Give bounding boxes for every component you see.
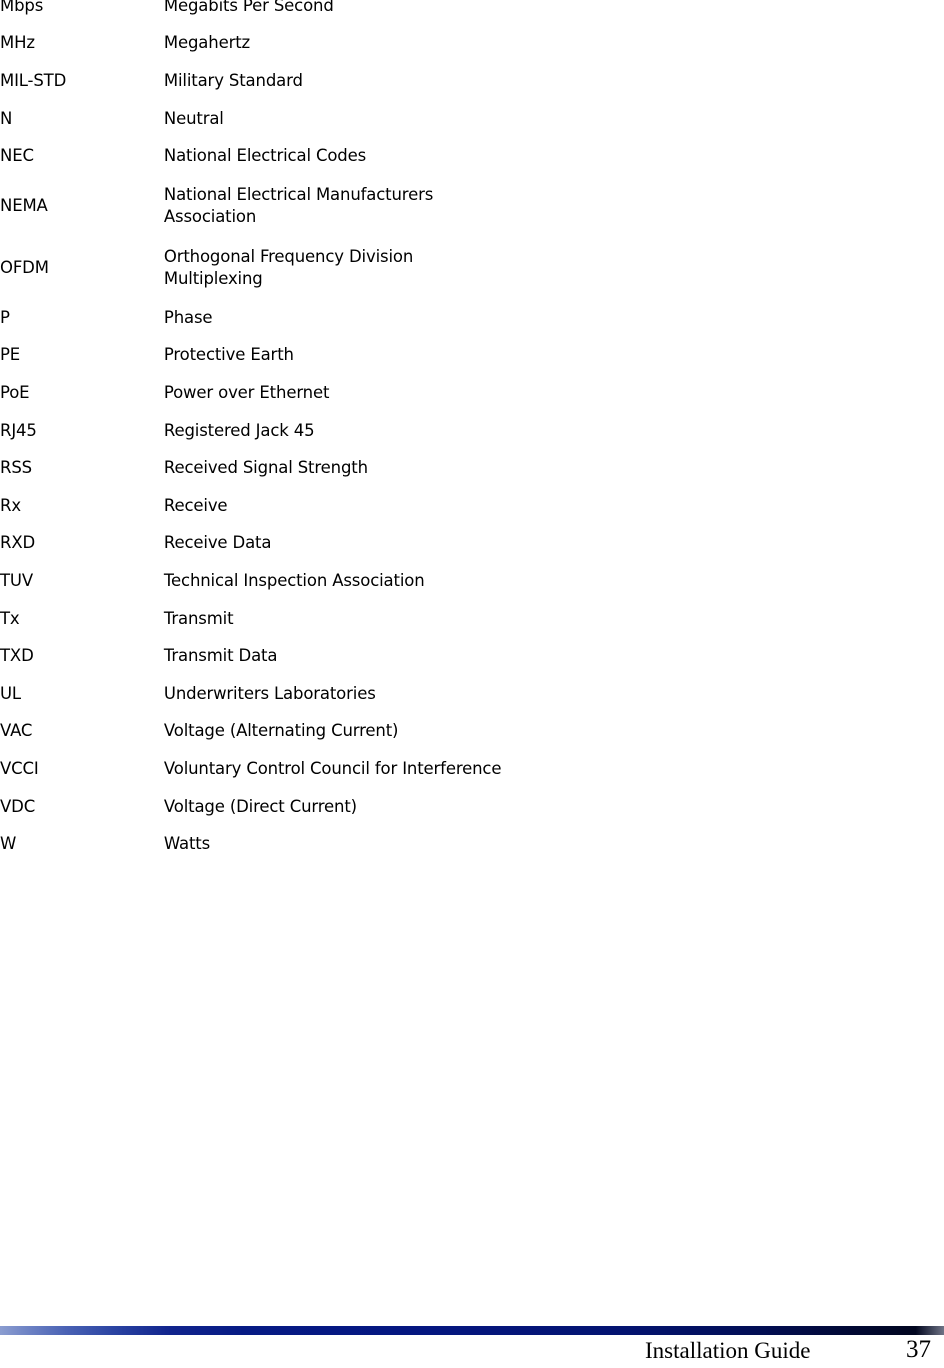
glossary-definition: Received Signal Strength [164, 449, 944, 487]
glossary-definition: Voltage (Alternating Current) [164, 713, 944, 751]
glossary-definition: Watts [164, 825, 944, 863]
glossary-definition-line: National Electrical Manufacturers [163, 185, 434, 205]
glossary-definition: Technical Inspection Association [164, 562, 944, 600]
glossary-abbreviation: P [0, 307, 10, 327]
glossary-definition: Underwriters Laboratories [164, 675, 944, 713]
table-row: RJ45 Registered Jack 45 [0, 412, 944, 450]
glossary-definition-line: Registered Jack 45 [163, 420, 315, 440]
glossary-abbreviation: VDC [0, 796, 36, 816]
table-row: PE Protective Earth [0, 337, 944, 375]
glossary-definition-line: Receive [163, 495, 228, 515]
glossary-definition: National Electrical Manufacturers Associa… [164, 175, 944, 237]
table-row: TUV Technical Inspection Association [0, 562, 944, 600]
glossary-definition: Neutral [164, 100, 944, 138]
glossary-abbreviation: NEMA [0, 196, 48, 215]
glossary-abbreviation: MIL-STD [0, 71, 67, 91]
glossary-abbreviation: OFDM [0, 258, 49, 277]
glossary-definition-line: Underwriters Laboratories [163, 683, 376, 703]
glossary-definition: Transmit [164, 600, 944, 638]
page-footer: Installation Guide 37 [0, 1326, 944, 1368]
footer-page-number: 37 [906, 1336, 931, 1363]
glossary-definition-line: Voluntary Control Council for Interferen… [163, 758, 502, 778]
glossary-definition-line: Protective Earth [163, 345, 294, 365]
footer-text-row: Installation Guide 37 [0, 1335, 944, 1368]
glossary-abbreviation: RXD [0, 533, 36, 553]
glossary-abbreviation: MHz [0, 33, 35, 53]
glossary-abbreviation: Mbps [0, 0, 44, 15]
table-row: MHz Megahertz [0, 25, 944, 63]
glossary-definition: Power over Ethernet [164, 374, 944, 412]
table-row: VDC Voltage (Direct Current) [0, 788, 944, 826]
glossary-definition-line: National Electrical Codes [163, 146, 367, 166]
glossary-abbreviation: N [0, 108, 13, 128]
table-row: VCCI Voluntary Control Council for Interf… [0, 750, 944, 788]
table-row: UL Underwriters Laboratories [0, 675, 944, 713]
glossary-table-body: Mbps Megabits Per Second MHz Megahertz MIL-S… [0, 0, 944, 863]
table-row: Tx Transmit [0, 600, 944, 638]
glossary-abbreviation: UL [0, 683, 21, 703]
table-row: PoE Power over Ethernet [0, 374, 944, 412]
glossary-definition: Military Standard [164, 62, 944, 100]
glossary-abbreviation: RJ45 [0, 420, 37, 440]
table-row: OFDM Orthogonal Frequency Division Multipl… [0, 237, 944, 299]
glossary-definition: Receive [164, 487, 944, 525]
glossary-definition-line: Orthogonal Frequency Division [163, 247, 414, 267]
glossary-table: Mbps Megabits Per Second MHz Megahertz MIL-S… [0, 0, 944, 863]
glossary-abbreviation: TXD [0, 646, 34, 666]
glossary-abbreviation: RSS [0, 458, 32, 478]
glossary-definition-line: Received Signal Strength [163, 458, 368, 478]
glossary-definition-line: Megabits Per Second [163, 0, 334, 15]
glossary-definition-line: Power over Ethernet [163, 382, 330, 402]
glossary-definition: National Electrical Codes [164, 137, 944, 175]
glossary-definition: Registered Jack 45 [164, 412, 944, 450]
table-row: TXD Transmit Data [0, 637, 944, 675]
glossary-definition-line: Transmit Data [163, 646, 278, 666]
table-row: Rx Receive [0, 487, 944, 525]
glossary-definition-line: Neutral [163, 108, 224, 128]
glossary-definition-line: Watts [163, 834, 211, 854]
glossary-abbreviation: Tx [0, 608, 20, 628]
glossary-definition-line: Megahertz [163, 33, 251, 53]
glossary-abbreviation: Rx [0, 495, 21, 515]
glossary-definition-line: Phase [163, 307, 213, 327]
glossary-definition-line: Military Standard [163, 71, 303, 91]
glossary-definition: Megahertz [164, 25, 944, 63]
glossary-definition-line: Association [163, 206, 257, 226]
table-row: VAC Voltage (Alternating Current) [0, 713, 944, 751]
table-row: N Neutral [0, 100, 944, 138]
glossary-definition-line: Multiplexing [163, 268, 263, 288]
table-row: W Watts [0, 825, 944, 863]
glossary-abbreviation: VCCI [0, 758, 39, 778]
glossary-definition: Protective Earth [164, 337, 944, 375]
glossary-definition: Megabits Per Second [164, 0, 944, 25]
table-row: Mbps Megabits Per Second [0, 0, 944, 25]
glossary-definition-line: Voltage (Alternating Current) [163, 721, 399, 741]
glossary-abbreviation: NEC [0, 146, 34, 166]
glossary-abbreviation: PE [0, 345, 21, 365]
glossary-abbreviation: TUV [0, 570, 33, 590]
glossary-definition: Receive Data [164, 525, 944, 563]
glossary-definition-line: Technical Inspection Association [163, 570, 425, 590]
table-row: RXD Receive Data [0, 525, 944, 563]
glossary-definition: Orthogonal Frequency Division Multiplexin… [164, 237, 944, 299]
glossary-definition: Voluntary Control Council for Interferen… [164, 750, 944, 788]
glossary-definition: Transmit Data [164, 637, 944, 675]
table-row: NEC National Electrical Codes [0, 137, 944, 175]
glossary-definition-line: Transmit [163, 608, 234, 628]
footer-document-title: Installation Guide [645, 1338, 811, 1363]
glossary-definition-line: Receive Data [163, 533, 272, 553]
glossary-definition: Phase [164, 299, 944, 337]
glossary-definition: Voltage (Direct Current) [164, 788, 944, 826]
glossary-abbreviation: VAC [0, 721, 33, 741]
footer-rule-gradient-bar [0, 1326, 944, 1335]
glossary-definition-line: Voltage (Direct Current) [163, 796, 357, 816]
glossary-abbreviation: PoE [0, 382, 30, 402]
glossary-abbreviation: W [0, 834, 17, 854]
table-row: NEMA National Electrical Manufacturers Ass… [0, 175, 944, 237]
table-row: MIL-STD Military Standard [0, 62, 944, 100]
table-row: RSS Received Signal Strength [0, 449, 944, 487]
table-row: P Phase [0, 299, 944, 337]
